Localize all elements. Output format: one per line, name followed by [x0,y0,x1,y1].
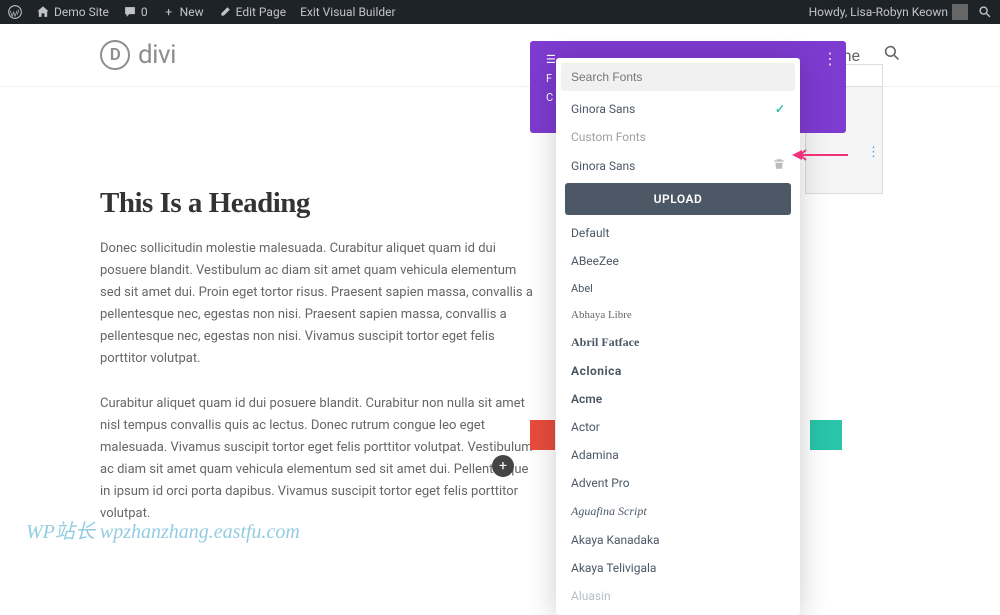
home-icon [36,5,50,19]
plus-icon: + [499,458,507,474]
font-option[interactable]: Abril Fatface [561,328,795,357]
module-label-b: C [546,91,556,104]
exit-builder-label: Exit Visual Builder [300,5,396,19]
logo-mark: D [100,40,130,70]
comments-link[interactable]: 0 [123,5,148,19]
search-toggle[interactable] [978,5,992,19]
font-name: Ginora Sans [571,159,635,173]
upload-font-button[interactable]: UPLOAD [565,183,791,215]
annotation-arrow [792,146,848,165]
pencil-icon [218,5,232,19]
add-section-button[interactable]: + [492,455,514,477]
font-option[interactable]: Aluasin [561,582,795,610]
font-option[interactable]: Aclonica [561,357,795,385]
font-option[interactable]: Aguafina Script [561,497,795,526]
nav-search-icon[interactable] [884,45,900,65]
admin-bar-right: Howdy, Lisa-Robyn Keown [809,4,992,20]
greeting-text: Howdy, Lisa-Robyn Keown [809,5,948,19]
module-save-button[interactable] [810,420,842,450]
font-option-selected[interactable]: Ginora Sans ✓ [561,95,795,123]
user-greeting-link[interactable]: Howdy, Lisa-Robyn Keown [809,4,968,20]
wp-logo[interactable] [8,5,22,19]
font-option[interactable]: Abhaya Libre [561,302,795,328]
logo-text: divi [138,40,176,70]
page-content: This Is a Heading Donec sollicitudin mol… [0,87,640,525]
font-option[interactable]: Default [561,219,795,247]
font-option-custom[interactable]: Ginora Sans [561,151,795,181]
check-icon: ✓ [775,102,785,116]
search-icon [978,5,992,19]
edit-page-label: Edit Page [236,5,286,19]
font-option[interactable]: Akaya Telivigala [561,554,795,582]
comment-count: 0 [141,5,148,19]
wp-admin-bar: Demo Site 0 + New Edit Page Exit Visual … [0,0,1000,24]
font-option[interactable]: Akaya Kanadaka [561,526,795,554]
font-search-input[interactable] [561,63,795,91]
trash-icon[interactable] [773,158,785,174]
module-icon[interactable]: ☰ [546,53,556,66]
page-heading: This Is a Heading [100,187,540,220]
admin-bar-left: Demo Site 0 + New Edit Page Exit Visual … [8,5,396,19]
preview-menu-dots[interactable]: ⋮ [867,145,880,160]
edit-page-link[interactable]: Edit Page [218,5,286,19]
avatar [952,4,968,20]
module-delete-button[interactable] [530,420,555,450]
font-name: Ginora Sans [571,102,635,116]
module-label-a: F [546,72,556,85]
font-option[interactable]: Abel [561,275,795,302]
new-label: New [180,5,204,19]
module-bar-icons: ☰ F C [546,53,556,104]
exit-builder-link[interactable]: Exit Visual Builder [300,5,396,19]
font-option[interactable]: Adamina [561,441,795,469]
module-bar-menu[interactable]: ⋮ [822,49,838,68]
watermark-text: WP站长 wpzhanzhang.eastfu.com [26,515,300,544]
font-option[interactable]: ABeeZee [561,247,795,275]
custom-fonts-label: Custom Fonts [561,123,795,151]
font-option[interactable]: Advent Pro [561,469,795,497]
paragraph-2: Curabitur aliquet quam id dui posuere bl… [100,393,540,526]
plus-icon: + [162,5,176,19]
site-logo[interactable]: D divi [100,40,176,70]
comment-icon [123,5,137,19]
site-name-link[interactable]: Demo Site [36,5,109,19]
paragraph-1: Donec sollicitudin molestie malesuada. C… [100,238,540,371]
font-option[interactable]: Actor [561,413,795,441]
new-link[interactable]: + New [162,5,204,19]
wordpress-icon [8,5,22,19]
site-name: Demo Site [54,5,109,19]
font-dropdown-panel: Ginora Sans ✓ Custom Fonts Ginora Sans U… [556,58,800,615]
font-option[interactable]: Acme [561,385,795,413]
